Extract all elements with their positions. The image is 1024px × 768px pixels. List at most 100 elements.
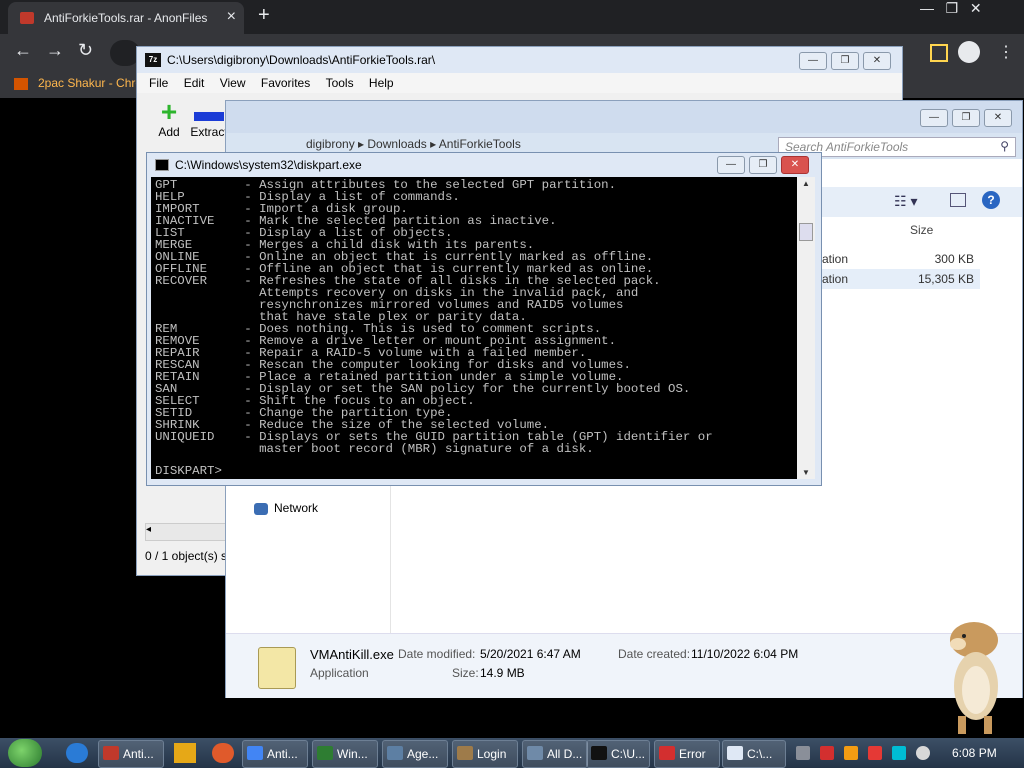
- details-modified-value: 5/20/2021 6:47 AM: [480, 647, 581, 661]
- windows-orb-icon[interactable]: [8, 739, 42, 767]
- scroll-down-icon[interactable]: ▼: [802, 468, 810, 477]
- menu-favorites[interactable]: Favorites: [261, 76, 310, 90]
- details-created-label: Date created:: [618, 647, 691, 661]
- console-scrollbar[interactable]: ▲ ▼: [797, 177, 815, 479]
- bookmark-item[interactable]: 2pac Shakur - Chro: [14, 76, 142, 90]
- tray-icon[interactable]: [844, 746, 858, 760]
- close-button[interactable]: ✕: [863, 52, 891, 70]
- volume-icon[interactable]: [916, 746, 930, 760]
- taskbar-clock[interactable]: 6:08 PM: [952, 746, 997, 760]
- console-output[interactable]: GPT - Assign attributes to the selected …: [151, 177, 797, 479]
- console-close-button[interactable]: ✕: [781, 156, 809, 174]
- menu-view[interactable]: View: [220, 76, 246, 90]
- preview-pane-icon[interactable]: [950, 193, 966, 207]
- browser-window-controls[interactable]: — ❐ ✕: [920, 0, 982, 17]
- minimize-button[interactable]: —: [799, 52, 827, 70]
- file-row-selected[interactable]: cation 15,305 KB: [816, 269, 980, 289]
- view-options-icon[interactable]: ☷ ▾: [894, 193, 917, 210]
- help-icon[interactable]: ?: [982, 191, 1000, 209]
- profile-icon[interactable]: [958, 41, 980, 63]
- sevenzip-app-icon: 7z: [145, 53, 161, 67]
- tray-icon[interactable]: [820, 746, 834, 760]
- taskbar-button[interactable]: Age...: [382, 740, 448, 768]
- network-icon: [254, 502, 268, 515]
- console-line: master boot record (MBR) signature of a …: [155, 442, 594, 456]
- taskbar-button[interactable]: C:\U...: [586, 740, 650, 768]
- sevenzip-menubar: File Edit View Favorites Tools Help: [137, 73, 902, 93]
- taskbar-button[interactable]: Error: [654, 740, 720, 768]
- search-icon[interactable]: ⚲: [1000, 139, 1009, 153]
- chrome-menu-icon[interactable]: ⋮: [998, 42, 1014, 62]
- error-icon: [659, 746, 675, 760]
- details-file-name: VMAntiKill.exe: [310, 647, 394, 662]
- scroll-thumb[interactable]: [799, 223, 813, 241]
- plus-icon: +: [160, 96, 178, 127]
- explorer-close-button[interactable]: ✕: [984, 109, 1012, 127]
- add-button[interactable]: + Add: [151, 96, 187, 140]
- add-label: Add: [158, 125, 180, 139]
- console-prompt: DISKPART>: [155, 464, 222, 478]
- tab-close-icon[interactable]: ×: [227, 8, 236, 26]
- taskbar-button[interactable]: C:\...: [722, 740, 786, 768]
- taskbar-app-icon: [387, 746, 403, 760]
- forward-icon[interactable]: →: [46, 40, 64, 61]
- explorer-minimize-button[interactable]: —: [920, 109, 948, 127]
- extension-icon[interactable]: [930, 44, 948, 62]
- maximize-button[interactable]: ❐: [831, 52, 859, 70]
- menu-tools[interactable]: Tools: [326, 76, 354, 90]
- app-icon[interactable]: [212, 743, 234, 763]
- menu-file[interactable]: File: [149, 76, 168, 90]
- details-modified-label: Date modified:: [398, 647, 476, 661]
- taskbar-button[interactable]: Anti...: [242, 740, 308, 768]
- file-row[interactable]: cation 300 KB: [816, 249, 980, 269]
- explorer-maximize-button[interactable]: ❐: [952, 109, 980, 127]
- details-size-label: Size:: [452, 666, 479, 680]
- tray-icon[interactable]: [796, 746, 810, 760]
- reload-icon[interactable]: ↻: [78, 40, 93, 61]
- nav-pane-divider[interactable]: [390, 481, 391, 641]
- taskbar-app-icon: [527, 746, 543, 760]
- internet-explorer-icon[interactable]: [66, 743, 88, 763]
- status-text: 0 / 1 object(s) s: [145, 549, 228, 563]
- column-header-size[interactable]: Size: [910, 223, 933, 237]
- back-icon[interactable]: ←: [14, 40, 32, 61]
- taskbar-app-icon: [317, 746, 333, 760]
- taskbar-button[interactable]: Login: [452, 740, 518, 768]
- media-player-icon[interactable]: [174, 743, 196, 763]
- taskbar-button[interactable]: Win...: [312, 740, 378, 768]
- details-size-value: 14.9 MB: [480, 666, 525, 680]
- console-maximize-button[interactable]: ❐: [749, 156, 777, 174]
- menu-help[interactable]: Help: [369, 76, 394, 90]
- sevenzip-titlebar: 7z C:\Users\digibrony\Downloads\AntiFork…: [137, 47, 902, 73]
- browser-tab[interactable]: AntiForkieTools.rar - AnonFiles ×: [8, 2, 244, 34]
- file-size: 15,305 KB: [917, 272, 974, 286]
- sevenzip-title: C:\Users\digibrony\Downloads\AntiForkieT…: [167, 53, 436, 67]
- bookmark-favicon-icon: [14, 77, 28, 90]
- nav-item-network[interactable]: Network: [254, 501, 318, 515]
- chrome-icon: [247, 746, 263, 760]
- explorer-titlebar: — ❐ ✕: [226, 101, 1022, 133]
- application-file-icon: [258, 647, 296, 689]
- scroll-up-icon[interactable]: ▲: [802, 179, 810, 188]
- console-minimize-button[interactable]: —: [717, 156, 745, 174]
- taskbar-button[interactable]: Anti...: [98, 740, 164, 768]
- console-titlebar: C:\Windows\system32\diskpart.exe — ❐ ✕: [147, 153, 821, 177]
- console-lines: GPT - Assign attributes to the selected …: [155, 179, 713, 455]
- taskbar-app-icon: [457, 746, 473, 760]
- taskbar-app-icon: [103, 746, 119, 760]
- console-app-icon: [155, 159, 169, 171]
- sevenzip-taskbar-icon: [591, 746, 607, 760]
- tab-favicon-icon: [20, 12, 34, 24]
- tray-icon[interactable]: [868, 746, 882, 760]
- console-taskbar-icon: [727, 746, 743, 760]
- new-tab-icon[interactable]: +: [258, 4, 270, 27]
- tab-title: AntiForkieTools.rar - AnonFiles: [44, 11, 208, 25]
- hamster-image: [950, 622, 998, 734]
- console-window: C:\Windows\system32\diskpart.exe — ❐ ✕ G…: [146, 152, 822, 486]
- menu-edit[interactable]: Edit: [184, 76, 205, 90]
- tray-icon[interactable]: [892, 746, 906, 760]
- file-size: 300 KB: [934, 252, 974, 266]
- taskbar-button[interactable]: All D...: [522, 740, 588, 768]
- details-created-value: 11/10/2022 6:04 PM: [691, 647, 799, 661]
- horizontal-scrollbar[interactable]: ◂: [145, 523, 227, 541]
